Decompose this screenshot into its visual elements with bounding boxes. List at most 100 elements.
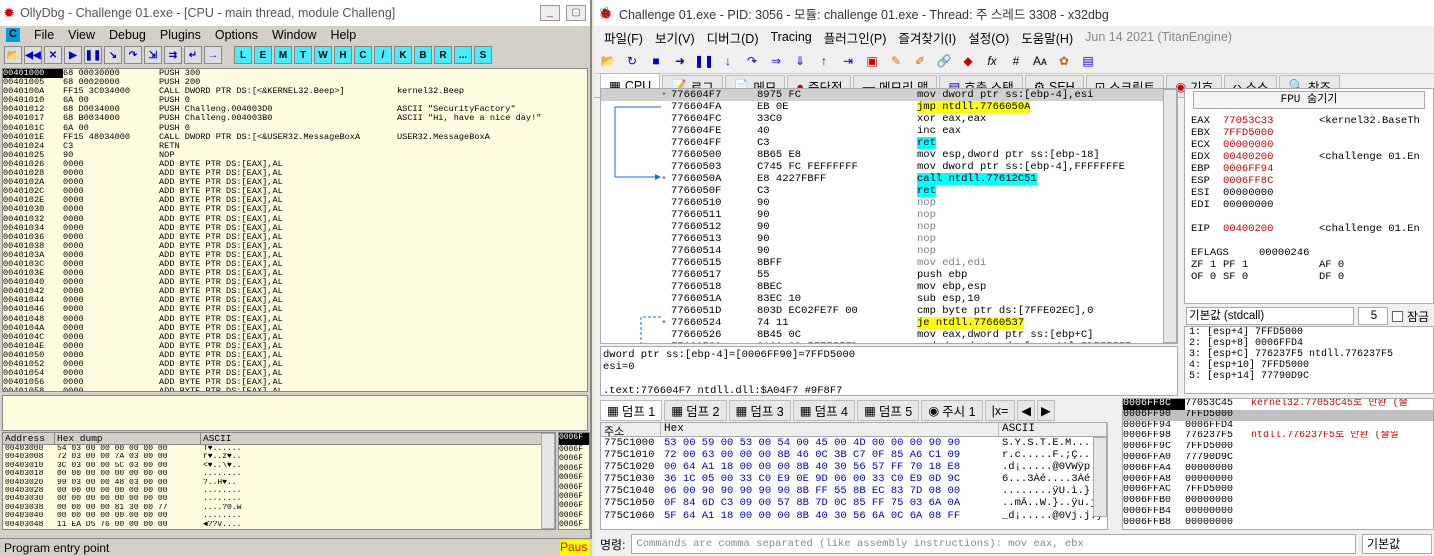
disasm-row[interactable]: • 77660524 74 11 je ntdll.77660537: [601, 317, 1177, 329]
register-row[interactable]: [1185, 211, 1433, 223]
function-icon[interactable]: fx: [982, 51, 1002, 71]
disasm-row[interactable]: 77660503 C745 FC FEFFFFFF mov dword ptr ss…: [601, 161, 1177, 173]
stack-row[interactable]: 0006FFA0 77790D9C: [1123, 453, 1433, 464]
disasm-row[interactable]: • 776604F7 8975 FC mov dword ptr ss:[ebp-4]…: [601, 89, 1177, 101]
code-row[interactable]: 00401026 0000 ADD BYTE PTR DS:[EAX],AL: [3, 160, 587, 169]
disasm-row[interactable]: 77660510 90 nop: [601, 197, 1177, 209]
pause-icon[interactable]: ❚❚: [694, 51, 714, 71]
disasm-row[interactable]: 7766051D 803D EC02FE7F 00 cmp byte ptr ds:…: [601, 305, 1177, 317]
disasm-row[interactable]: 7766051A 83EC 10 sub esp,10: [601, 293, 1177, 305]
xdump-scrollbar[interactable]: [1093, 437, 1107, 517]
xdump-row[interactable]: 775C1000 53 00 59 00 53 00 54 00 45 00 4D…: [601, 437, 1107, 449]
olly-menu-plugins[interactable]: Plugins: [160, 28, 201, 42]
command-mode-select[interactable]: 기본값: [1362, 534, 1432, 554]
code-row[interactable]: 0040101E FF15 48034000 CALL DWORD PTR DS:[…: [3, 133, 587, 142]
disasm-row[interactable]: 77660526 8B45 0C mov eax,dword ptr ss:[ebp…: [601, 329, 1177, 341]
register-row[interactable]: EBP 0006FF94: [1185, 163, 1433, 175]
code-row[interactable]: 00401048 0000 ADD BYTE PTR DS:[EAX],AL: [3, 315, 587, 324]
stack-row[interactable]: 0006F: [559, 501, 589, 510]
code-row[interactable]: 00401024 C3 RETN: [3, 142, 587, 151]
code-row[interactable]: 0040102A 0000 ADD BYTE PTR DS:[EAX],AL: [3, 178, 587, 187]
toolbar-breakpoints-button[interactable]: B: [414, 46, 432, 64]
argument-row[interactable]: 2: [esp+8] 0006FFD4: [1185, 338, 1433, 349]
comment-icon[interactable]: ✎: [886, 51, 906, 71]
code-row[interactable]: 0040104A 0000 ADD BYTE PTR DS:[EAX],AL: [3, 324, 587, 333]
code-row[interactable]: 00401056 0000 ADD BYTE PTR DS:[EAX],AL: [3, 378, 587, 387]
stop-icon[interactable]: ■: [646, 51, 666, 71]
code-row[interactable]: 00401028 0000 ADD BYTE PTR DS:[EAX],AL: [3, 169, 587, 178]
open-folder-icon[interactable]: 📂: [598, 51, 618, 71]
dump-row[interactable]: 00403040 00 00 00 00 00 00 00 00........: [3, 512, 555, 520]
code-row[interactable]: 00401040 0000 ADD BYTE PTR DS:[EAX],AL: [3, 278, 587, 287]
arguments-pane[interactable]: 1: [esp+4] 7FFD5000 2: [esp+8] 0006FFD4 3:…: [1184, 326, 1434, 394]
code-row[interactable]: 0040100A FF15 3C034000 CALL DWORD PTR DS:[…: [3, 87, 587, 96]
register-row[interactable]: ESP 0006FF8C: [1185, 175, 1433, 187]
code-row[interactable]: 00401012 68 D0034000 PUSH Challeng.004003D…: [3, 105, 587, 114]
arg-count-spinner[interactable]: 5: [1358, 307, 1388, 325]
stack-row[interactable]: 0006F: [559, 464, 589, 473]
x-menu-favourites[interactable]: 즐겨찾기(I): [898, 28, 956, 47]
stack-row[interactable]: 0006FF9C 7FFD5000: [1123, 442, 1433, 453]
stack-row[interactable]: 0006FFB4 00000000: [1123, 507, 1433, 518]
register-row[interactable]: ESI 00000000: [1185, 187, 1433, 199]
olly-maximize-button[interactable]: ▢: [566, 5, 586, 21]
step-into-icon[interactable]: ↘: [104, 46, 122, 64]
x-menu-plugins[interactable]: 플러그인(P): [824, 28, 887, 47]
dump-row[interactable]: 00403038 00 00 00 00 81 30 00 77 ....?0.w: [3, 504, 555, 512]
step-over-icon[interactable]: ↷: [124, 46, 142, 64]
disasm-row[interactable]: 776604FC 33C0 xor eax,eax: [601, 113, 1177, 125]
execute-till-return-icon[interactable]: ↑: [814, 51, 834, 71]
code-row[interactable]: 0040102C 0000 ADD BYTE PTR DS:[EAX],AL: [3, 187, 587, 196]
code-row[interactable]: 00401030 0000 ADD BYTE PTR DS:[EAX],AL: [3, 205, 587, 214]
register-row[interactable]: EDI 00000000: [1185, 199, 1433, 211]
tab-dump-1[interactable]: ▦ 덤프 1: [600, 400, 663, 421]
code-row[interactable]: 00401052 0000 ADD BYTE PTR DS:[EAX],AL: [3, 360, 587, 369]
stack-row[interactable]: 0006FF98 776237F5 ntdll.776237F5로 반환 (출발: [1123, 431, 1433, 442]
toolbar-cpu-button[interactable]: C: [354, 46, 372, 64]
register-row[interactable]: ECX 00000000: [1185, 139, 1433, 151]
registers-pane[interactable]: FPU 숨기기 EAX 77053C33 <kernel32.BaseTh EBX 7F…: [1184, 88, 1434, 304]
olly-dump-pane[interactable]: Address Hex dump ASCII 00403000 54 03 00 …: [2, 432, 556, 530]
register-row[interactable]: OF 0 SF 0 DF 0: [1185, 271, 1433, 283]
stack-row[interactable]: 0006FFA8 00000000: [1123, 475, 1433, 486]
code-row[interactable]: 00401054 0000 ADD BYTE PTR DS:[EAX],AL: [3, 369, 587, 378]
execute-till-return-icon[interactable]: ↵: [184, 46, 202, 64]
stack-row[interactable]: 0006FFB8 00000000: [1123, 518, 1433, 529]
disasm-row[interactable]: 776605298160 68 FFFFFFFDand dword ptr ds…: [601, 341, 1177, 343]
x32dbg-disassembly-pane[interactable]: • 776604F7 8975 FC mov dword ptr ss:[ebp-4]…: [600, 88, 1178, 344]
register-row[interactable]: EDX 00400200 <challenge 01.En: [1185, 151, 1433, 163]
dump-row[interactable]: 00403008 72 03 00 00 7A 03 00 00 r♥..z♥..: [3, 453, 555, 461]
font-size-icon[interactable]: Aᴀ: [1030, 51, 1050, 71]
close-icon[interactable]: ✕: [44, 46, 62, 64]
register-row[interactable]: EFLAGS 00000246: [1185, 247, 1433, 259]
disasm-row[interactable]: 77660512 90 nop: [601, 221, 1177, 233]
register-row[interactable]: EAX 77053C33 <kernel32.BaseTh: [1185, 115, 1433, 127]
toolbar-handles-button[interactable]: H: [334, 46, 352, 64]
register-row[interactable]: [1185, 235, 1433, 247]
tab-watch-1[interactable]: ◉ 주시 1: [921, 400, 983, 421]
xdump-row[interactable]: 775C1050 0F 84 6D C3 09 00 57 8B 7D 0C 85…: [601, 497, 1107, 509]
code-row[interactable]: 00401038 0000 ADD BYTE PTR DS:[EAX],AL: [3, 242, 587, 251]
disasm-row[interactable]: 7766050F C3 ret: [601, 185, 1177, 197]
code-row[interactable]: 0040104C 0000 ADD BYTE PTR DS:[EAX],AL: [3, 333, 587, 342]
toolbar-patches-button[interactable]: /: [374, 46, 392, 64]
disasm-row[interactable]: 776604FE 40 inc eax: [601, 125, 1177, 137]
code-row[interactable]: 00401025 90 NOP: [3, 151, 587, 160]
code-row[interactable]: 00401005 68 00020000 PUSH 200: [3, 78, 587, 87]
disasm-row[interactable]: 776604FF C3 ret: [601, 137, 1177, 149]
tab-dump-2[interactable]: ▦ 덤프 2: [664, 400, 727, 421]
code-row[interactable]: 004010580000ADD BYTE PTR DS:[EAX],AL: [3, 387, 587, 391]
toolbar-memory-button[interactable]: M: [274, 46, 292, 64]
argument-row[interactable]: 3: [esp+C] 776237F5 ntdll.776237F5: [1185, 349, 1433, 360]
code-row[interactable]: 0040103C 0000 ADD BYTE PTR DS:[EAX],AL: [3, 260, 587, 269]
tab-scroll-right-button[interactable]: ▶: [1037, 400, 1055, 421]
toolbar-references-button[interactable]: R: [434, 46, 452, 64]
register-row[interactable]: ZF 1 PF 1 AF 0: [1185, 259, 1433, 271]
lock-checkbox[interactable]: [1392, 310, 1403, 322]
dump-row[interactable]: 00403030 00 00 00 00 00 00 00 00........: [3, 495, 555, 503]
stack-row[interactable]: 0006F: [559, 445, 589, 454]
olly-menu-help[interactable]: Help: [330, 28, 356, 42]
x32dbg-dump-pane[interactable]: 주소 Hex ASCII 775C1000 53 00 59 00 53 00 5…: [600, 422, 1108, 530]
tab-scroll-left-button[interactable]: ◀: [1017, 400, 1036, 421]
run-icon[interactable]: ▶: [64, 46, 82, 64]
